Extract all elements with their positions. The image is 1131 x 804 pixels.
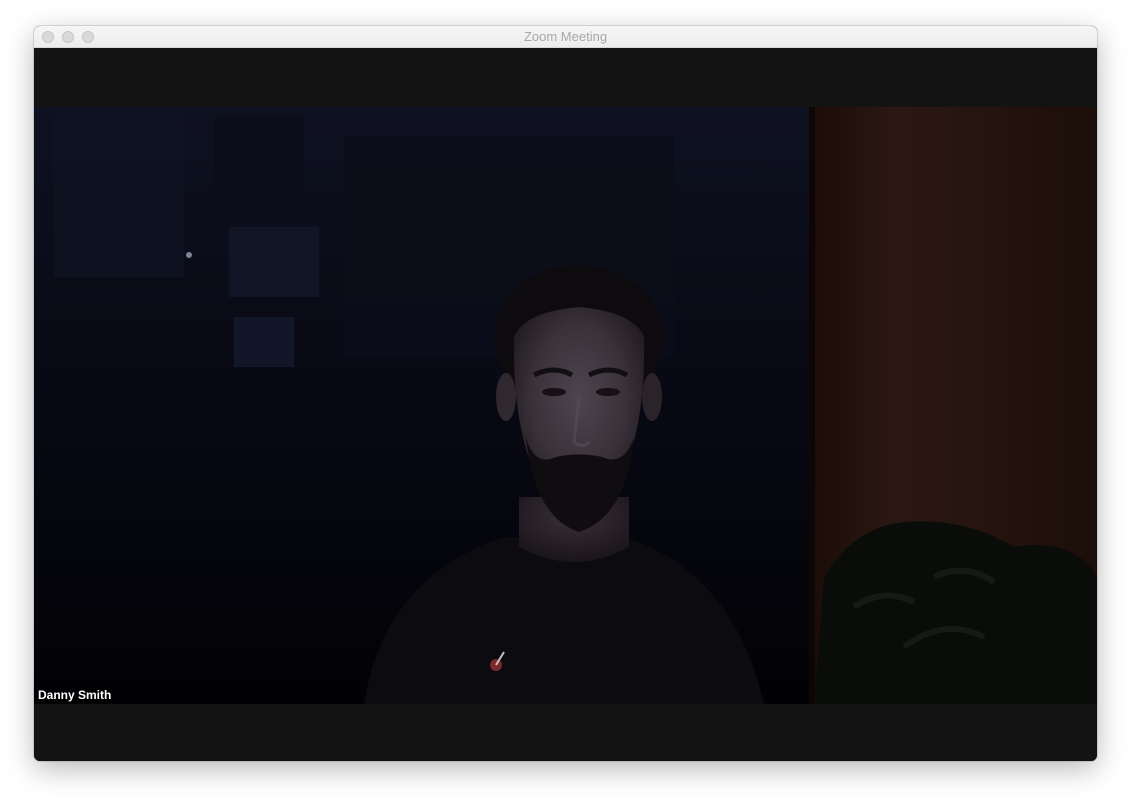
title-bar[interactable]: Zoom Meeting — [34, 26, 1097, 48]
top-bar — [34, 48, 1097, 107]
bottom-bar — [34, 704, 1097, 761]
video-feed[interactable]: Danny Smith — [34, 107, 1097, 704]
video-frame — [34, 107, 1097, 704]
window-title: Zoom Meeting — [523, 29, 608, 44]
participant-name-label: Danny Smith — [38, 688, 112, 702]
zoom-meeting-window: Zoom Meeting Danny Smith — [34, 26, 1097, 761]
